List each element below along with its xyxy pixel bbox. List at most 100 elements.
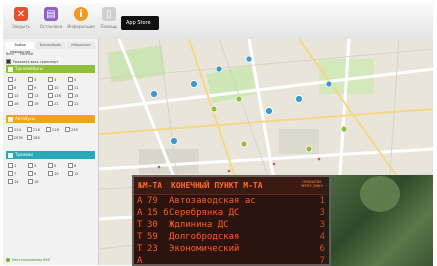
route-number: 10 — [54, 171, 59, 176]
top-toolbar: ✕ Закрыть ▤ Остановки i Информация ▯ Пом… — [3, 3, 433, 40]
checkbox-icon — [48, 101, 53, 106]
route-checkbox-item[interactable]: 235 — [65, 127, 80, 132]
checkbox-icon — [8, 77, 13, 82]
route-number: 3 — [34, 163, 37, 168]
route-checkbox-item[interactable]: 3 — [28, 77, 44, 82]
show-all-toggle[interactable]: Показать весь транспорт — [6, 59, 58, 64]
checkbox-icon — [68, 171, 73, 176]
board-reflection — [319, 177, 329, 264]
tab-routes[interactable]: Выбор маршрутов — [6, 42, 35, 54]
route-number: 285 — [33, 135, 40, 140]
route-checkbox-item[interactable]: 9 — [28, 171, 44, 176]
tab-nearby[interactable]: Ближайшие — [36, 42, 65, 49]
arrival-board-photo: №М-ТА КОНЕЧНЫЙ ПУНКТ М-ТА ПРИБЫТИЕ ЧЕРЕЗ… — [132, 175, 331, 266]
board-row-number: 30 — [147, 220, 158, 230]
bus-icon — [8, 116, 13, 122]
location-icon — [6, 258, 10, 262]
board-row-destination: Автозаводская ас — [169, 196, 256, 206]
stops-label: Остановки — [39, 24, 63, 29]
tram-route-list: 1 3 5 6 7 9 10 12 14 16 — [8, 163, 84, 184]
info-button[interactable]: i Информация — [67, 5, 95, 29]
route-checkbox-item[interactable]: 4 — [68, 77, 84, 82]
checkbox-icon — [68, 163, 73, 168]
route-checkbox-item[interactable]: 14 — [8, 179, 24, 184]
route-checkbox-item[interactable]: 13 — [28, 93, 44, 98]
route-number: 22 — [74, 101, 79, 106]
route-checkbox-item[interactable]: 1 — [8, 163, 24, 168]
location-status-text: Местоположение ВКЛ — [12, 258, 51, 262]
board-row-type: Т — [137, 244, 143, 254]
board-row: А15 бСеребрянка ДС3 — [137, 208, 327, 219]
route-number: 12 — [74, 171, 79, 176]
route-checkbox-item[interactable]: 12 — [68, 171, 84, 176]
section-tram-header[interactable]: Трамваи — [6, 151, 95, 159]
checkbox-icon — [8, 127, 13, 132]
mode-all[interactable]: Весь — [6, 52, 14, 56]
stops-button[interactable]: ▤ Остановки — [37, 5, 65, 29]
route-checkbox-item[interactable]: 285 — [27, 135, 42, 140]
board-row: Т23Экономический6 — [137, 244, 327, 255]
route-number: 19 — [34, 101, 39, 106]
route-checkbox-item[interactable]: 15 — [68, 93, 84, 98]
route-checkbox-item[interactable]: 13К — [48, 93, 64, 98]
help-label: Помощь — [100, 24, 118, 29]
route-checkbox-item[interactable]: 16 — [28, 179, 44, 184]
checkbox-icon — [8, 163, 13, 168]
mode-night[interactable]: Ночной — [20, 52, 33, 56]
route-number: 5 — [54, 163, 57, 168]
board-row: Т30Ждлинина ДС3 — [137, 220, 327, 231]
route-number: 214 — [14, 127, 21, 132]
route-number: 216 — [33, 127, 40, 132]
route-checkbox-item[interactable]: 6 — [8, 85, 24, 90]
route-checkbox-item[interactable]: 12 — [8, 93, 24, 98]
route-checkbox-item[interactable]: 5 — [48, 163, 64, 168]
route-checkbox-item[interactable]: 10 — [48, 85, 64, 90]
location-status: Местоположение ВКЛ — [6, 258, 50, 262]
section-title: Троллейбусы — [15, 66, 43, 71]
route-checkbox-item[interactable]: 7 — [8, 171, 24, 176]
route-checkbox-item[interactable]: 11 — [68, 85, 84, 90]
tab-favorites[interactable]: Избранное — [66, 42, 95, 49]
route-checkbox-item[interactable]: 19 — [28, 101, 44, 106]
board-header: №М-ТА КОНЕЧНЫЙ ПУНКТ М-ТА ПРИБЫТИЕ ЧЕРЕЗ… — [134, 177, 329, 195]
route-number: 13 — [34, 93, 39, 98]
route-number: 10 — [54, 85, 59, 90]
appstore-badge[interactable]: App Store — [121, 16, 159, 30]
route-checkbox-item[interactable]: 22 — [68, 101, 84, 106]
appstore-label: App Store — [126, 20, 151, 26]
route-checkbox-item[interactable]: 3 — [48, 77, 64, 82]
route-checkbox-item[interactable]: 3 — [28, 163, 44, 168]
route-checkbox-item[interactable]: 16 — [8, 101, 24, 106]
board-row: А7 — [137, 256, 327, 266]
checkbox-icon — [28, 171, 33, 176]
route-number: 3 — [34, 77, 37, 82]
route-checkbox-item[interactable]: 9 — [28, 85, 44, 90]
route-number: 9 — [34, 85, 37, 90]
checkbox-icon — [8, 135, 13, 140]
board-row-type: А — [137, 256, 143, 266]
board-row-number: 23 — [147, 244, 158, 254]
route-checkbox-item[interactable]: 21 — [48, 101, 64, 106]
board-row-number: 15 б — [147, 208, 169, 218]
route-checkbox-item[interactable]: 10 — [48, 171, 64, 176]
routes-icon: ▤ — [44, 7, 58, 21]
route-checkbox-item[interactable]: 257К — [8, 135, 23, 140]
checkbox-icon — [46, 127, 51, 132]
checkbox-icon — [48, 85, 53, 90]
route-checkbox-item[interactable]: 214 — [8, 127, 23, 132]
help-button[interactable]: ▯ Помощь — [95, 5, 123, 29]
route-checkbox-item[interactable]: 218 — [46, 127, 61, 132]
route-number: 16 — [34, 179, 39, 184]
route-checkbox-item[interactable]: 6 — [68, 163, 84, 168]
section-trolleybus-header[interactable]: Троллейбусы — [6, 65, 95, 73]
route-number: 12 — [14, 93, 19, 98]
section-bus-header[interactable]: Автобусы — [6, 115, 95, 123]
route-number: 7 — [14, 171, 17, 176]
section-title: Автобусы — [15, 116, 36, 121]
route-checkbox-item[interactable]: 1 — [8, 77, 24, 82]
photo-foliage — [360, 176, 400, 212]
route-checkbox-item[interactable]: 216 — [27, 127, 42, 132]
show-all-label: Показать весь транспорт — [13, 59, 59, 64]
tram-icon — [8, 152, 13, 158]
close-button[interactable]: ✕ Закрыть — [7, 5, 35, 29]
